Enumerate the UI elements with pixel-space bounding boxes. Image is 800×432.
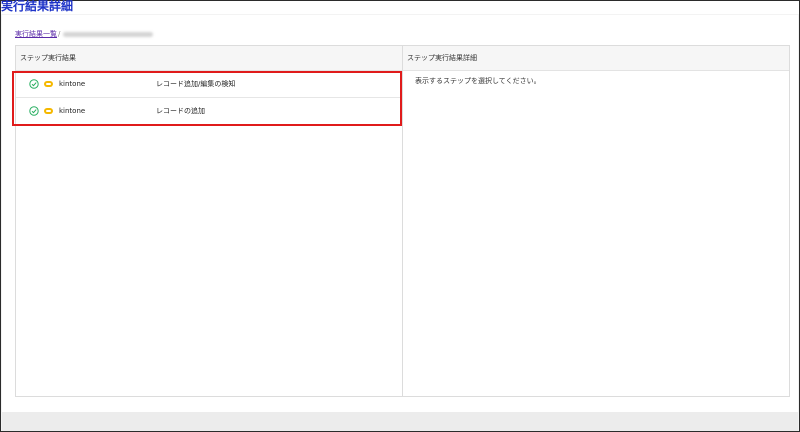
- step-row[interactable]: kintone レコードの追加: [16, 98, 402, 125]
- step-row[interactable]: kintone レコード追加/編集の検知: [16, 71, 402, 98]
- step-list: kintone レコード追加/編集の検知 kintone レコードの追加: [16, 71, 402, 125]
- title-bar: 実行結果詳細: [1, 0, 799, 14]
- step-service-name: kintone: [59, 107, 86, 115]
- step-detail-placeholder: 表示するステップを選択してください。: [415, 77, 541, 85]
- footer-band: [2, 412, 798, 431]
- breadcrumb-current-blurred: [63, 31, 154, 37]
- step-detail-panel: ステップ実行結果詳細 表示するステップを選択してください。: [403, 46, 789, 396]
- kintone-icon: [44, 81, 53, 87]
- step-action-name: レコード追加/編集の検知: [156, 80, 236, 88]
- step-results-panel: ステップ実行結果 kintone レコード追加/編集の検知 kintone レコ…: [16, 46, 403, 396]
- kintone-icon: [44, 108, 53, 114]
- results-panels: ステップ実行結果 kintone レコード追加/編集の検知 kintone レコ…: [15, 45, 790, 397]
- step-results-header: ステップ実行結果: [16, 46, 402, 71]
- breadcrumb: 実行結果一覧/: [15, 29, 154, 39]
- breadcrumb-link-execution-list[interactable]: 実行結果一覧: [15, 30, 57, 38]
- check-circle-icon: [29, 79, 39, 89]
- page-title: 実行結果詳細: [1, 0, 74, 13]
- step-service-name: kintone: [59, 80, 86, 88]
- breadcrumb-separator: /: [58, 30, 61, 38]
- step-detail-header: ステップ実行結果詳細: [403, 46, 789, 71]
- check-circle-icon: [29, 106, 39, 116]
- step-action-name: レコードの追加: [156, 107, 205, 115]
